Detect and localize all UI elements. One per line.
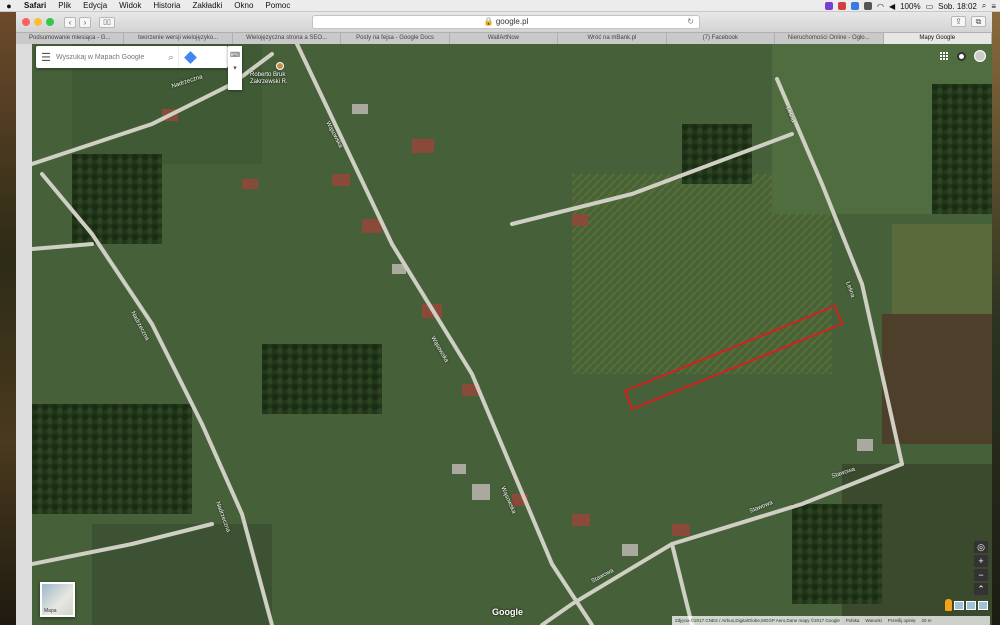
map-attribution: Zdjęcia ©2017 CNES / Airbus,DigitalGlobe… (672, 616, 990, 625)
notifications-icon[interactable] (957, 51, 966, 61)
window-controls (22, 18, 54, 26)
wifi-icon[interactable]: ◠ (877, 2, 884, 11)
desktop-wallpaper-right (992, 12, 1000, 625)
imagery-credit: Zdjęcia ©2017 CNES / Airbus,DigitalGlobe… (675, 618, 840, 623)
poi-label: Zakrzewski R. (250, 79, 288, 85)
app-icon[interactable] (850, 2, 859, 10)
keyboard-icon[interactable]: ⌨ (228, 51, 242, 59)
terms-link[interactable]: Warunki (865, 618, 881, 623)
app-icon[interactable] (824, 2, 833, 10)
google-logo: Google (492, 607, 523, 617)
directions-button[interactable] (178, 46, 202, 68)
street-view-controls (945, 599, 988, 611)
poi-roberto-bruk[interactable]: Roberto Bruk Zakrzewski R. (250, 62, 288, 86)
expand-icon[interactable]: ⌃ (974, 583, 988, 595)
safari-toolbar: ‹ › ▯▯ 🔒 google.pl ↻ ⇪ ⧉ (16, 12, 992, 32)
tab-podsumowanie[interactable]: Podsumowanie miesiąca - G... (16, 33, 125, 44)
tab-overview-button[interactable]: ⧉ (971, 16, 986, 27)
address-bar-text: google.pl (495, 17, 529, 26)
clock[interactable]: Sob. 18:02 (938, 2, 977, 11)
macos-menubar: ● Safari Plik Edycja Widok Historia Zakł… (0, 0, 1000, 12)
my-location-button[interactable]: ◎ (974, 541, 988, 553)
tab-mapy-google[interactable]: Mapy Google (883, 33, 992, 44)
menu-zakladki[interactable]: Zakładki (187, 1, 229, 10)
reload-icon[interactable]: ↻ (687, 16, 694, 28)
poi-label: Roberto Bruk (250, 72, 286, 78)
lock-icon: 🔒 (483, 17, 494, 26)
search-input[interactable] (56, 53, 164, 61)
tab-wielojezyczna[interactable]: Wielojęzyczna strona a SEO... (233, 33, 342, 44)
safari-window: ‹ › ▯▯ 🔒 google.pl ↻ ⇪ ⧉ Podsumowanie mi… (16, 12, 992, 625)
apple-icon[interactable]: ● (0, 1, 18, 11)
country-link[interactable]: Polska (846, 618, 860, 623)
map-type-toggle[interactable]: Mapa (40, 582, 75, 617)
zoom-in-button[interactable]: + (974, 555, 988, 567)
account-controls (940, 50, 986, 62)
forward-button[interactable]: › (79, 16, 91, 28)
tab-tworzenie-wersji[interactable]: tworzenie wersji wielojęzyko... (124, 33, 233, 44)
menubar-status: ◠ ◀ 100% ▭ Sob. 18:02 ⌕ ≡ (824, 0, 996, 12)
tab-posty[interactable]: Posty na fejsa - Google Docs (341, 33, 450, 44)
chevron-down-icon[interactable]: ▾ (228, 64, 242, 72)
zoom-window-button[interactable] (46, 18, 54, 26)
satellite-map[interactable]: ☰ ⌕ ⌨ ▾ Roberto Bruk Zakrzewski R. Nadr (32, 44, 992, 625)
back-button[interactable]: ‹ (64, 16, 76, 28)
menu-pomoc[interactable]: Pomoc (259, 1, 296, 10)
layer-thumbnail[interactable] (966, 600, 976, 610)
menu-plik[interactable]: Plik (52, 1, 77, 10)
zoom-controls: ◎ + − ⌃ (974, 541, 988, 595)
layer-thumbnail[interactable] (954, 600, 964, 610)
satellite-imagery (32, 44, 992, 625)
pegman-icon[interactable] (945, 599, 952, 611)
avatar[interactable] (974, 50, 986, 62)
sidebar-toggle-button[interactable]: ▯▯ (99, 16, 115, 28)
menu-historia[interactable]: Historia (147, 1, 186, 10)
zoom-out-button[interactable]: − (974, 569, 988, 581)
battery-icon[interactable]: ▭ (926, 2, 934, 11)
minimize-window-button[interactable] (34, 18, 42, 26)
battery-percent: 100% (900, 1, 921, 11)
menu-safari[interactable]: Safari (18, 1, 52, 10)
feedback-link[interactable]: Prześlij opinię (888, 618, 916, 623)
side-panel-controls: ⌨ ▾ (228, 46, 242, 90)
menu-widok[interactable]: Widok (113, 1, 147, 10)
notification-icon[interactable]: ≡ (991, 2, 996, 11)
tab-bar: Podsumowanie miesiąca - G... tworzenie w… (16, 32, 992, 44)
menu-edycja[interactable]: Edycja (77, 1, 113, 10)
desktop-wallpaper-left (0, 12, 16, 625)
address-bar[interactable]: 🔒 google.pl ↻ (312, 15, 700, 29)
app-icon[interactable] (863, 2, 872, 10)
tab-mbank[interactable]: Wróć na mBank.pl (558, 33, 667, 44)
scale-bar[interactable]: 20 m (922, 618, 932, 623)
volume-icon[interactable]: ◀ (889, 2, 895, 11)
tab-nieruchomosci[interactable]: Nieruchomości Online - Ogło... (775, 33, 884, 44)
search-icon[interactable]: ⌕ (164, 52, 178, 63)
tab-wallartnow[interactable]: WallArtNow (450, 33, 559, 44)
map-type-label: Mapa (44, 608, 57, 614)
directions-icon (184, 50, 197, 64)
close-window-button[interactable] (22, 18, 30, 26)
map-pin-icon (276, 62, 284, 70)
tab-facebook[interactable]: (7) Facebook (667, 33, 776, 44)
menu-okno[interactable]: Okno (228, 1, 259, 10)
share-button[interactable]: ⇪ (951, 16, 966, 27)
hamburger-menu-icon[interactable]: ☰ (36, 51, 56, 64)
apps-grid-icon[interactable] (940, 51, 949, 61)
search-box: ☰ ⌕ (36, 46, 228, 68)
spotlight-icon[interactable]: ⌕ (982, 1, 986, 11)
layer-thumbnail[interactable] (978, 600, 988, 610)
app-icon[interactable] (837, 2, 846, 10)
